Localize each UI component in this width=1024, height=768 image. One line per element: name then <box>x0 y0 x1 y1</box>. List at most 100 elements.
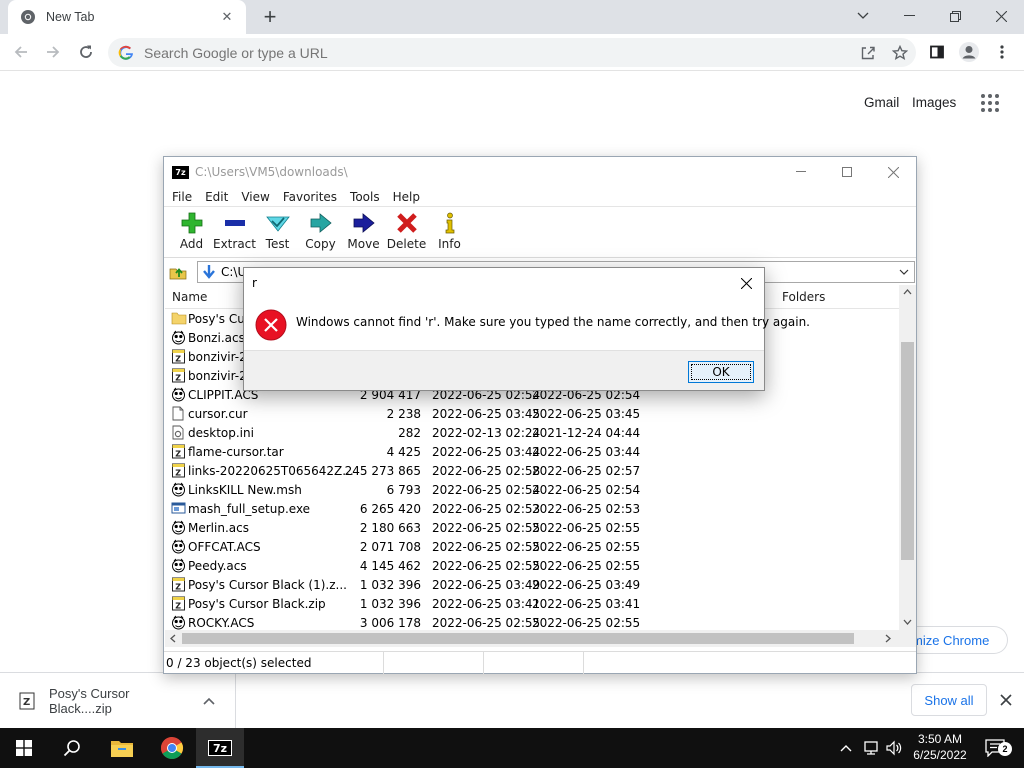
omnibox[interactable] <box>108 38 916 67</box>
extract-icon <box>224 220 245 226</box>
column-folders[interactable]: Folders <box>782 290 825 304</box>
copy-button[interactable]: Copy <box>299 208 342 258</box>
tab-title: New Tab <box>46 10 95 24</box>
restore-button[interactable] <box>932 0 978 32</box>
archive-icon: Z <box>171 463 187 478</box>
delete-button[interactable]: Delete <box>385 208 428 258</box>
new-tab-button[interactable]: + <box>258 4 282 29</box>
test-button[interactable]: Test <box>256 208 299 258</box>
info-button[interactable]: Info <box>428 208 471 258</box>
file-name: Posy's Cursor Black.zip <box>188 597 326 611</box>
notification-count: 2 <box>998 742 1012 756</box>
forward-button[interactable] <box>38 37 68 67</box>
taskbar-clock[interactable]: 3:50 AM 6/25/2022 <box>900 731 980 765</box>
file-modified: 2022-06-25 02:55 <box>432 559 541 573</box>
file-row[interactable]: Merlin.acs 2 180 663 2022-06-25 02:55 2022-… <box>165 518 899 537</box>
file-row[interactable]: Z Posy's Cursor Black (1).z... 1 032 396 20… <box>165 575 899 594</box>
dialog-close-button[interactable] <box>728 268 764 298</box>
file-row[interactable]: Z Posy's Cursor Black.zip 1 032 396 2022-06… <box>165 594 899 613</box>
file-row[interactable]: Zlinks-20220625T065642Z... 245 273 865 202… <box>165 461 899 480</box>
tab-close-icon[interactable]: ✕ <box>218 8 236 26</box>
minimize-button[interactable] <box>886 0 932 32</box>
file-row[interactable]: cursor.cur 2 238 2022-06-25 03:45 2022-06-2… <box>165 404 899 423</box>
agent-icon <box>171 558 187 573</box>
profile-avatar-icon[interactable] <box>954 37 984 67</box>
menu-favorites[interactable]: Favorites <box>283 190 337 204</box>
column-name[interactable]: Name <box>172 290 207 304</box>
menu-edit[interactable]: Edit <box>205 190 228 204</box>
menu-tools[interactable]: Tools <box>350 190 380 204</box>
svg-text:Z: Z <box>23 697 30 708</box>
file-size: 2 071 708 <box>359 540 421 554</box>
horizontal-scrollbar[interactable] <box>165 630 899 647</box>
horizontal-scroll-thumb[interactable] <box>182 633 854 644</box>
file-name: flame-cursor.tar <box>188 445 284 459</box>
move-icon <box>353 213 375 233</box>
menu-help[interactable]: Help <box>393 190 420 204</box>
reload-button[interactable] <box>71 37 101 67</box>
file-name: mash_full_setup.exe <box>188 502 311 516</box>
file-size: 245 273 865 <box>344 464 421 478</box>
tab-strip: New Tab ✕ + <box>0 0 1024 34</box>
agent-icon <box>171 615 187 630</box>
close-download-bar-icon[interactable] <box>997 691 1015 709</box>
move-button[interactable]: Move <box>342 208 385 258</box>
network-icon[interactable] <box>860 728 882 768</box>
search-button[interactable] <box>48 728 96 768</box>
chrome-taskbar-button[interactable] <box>148 728 196 768</box>
gmail-link[interactable]: Gmail <box>864 95 899 110</box>
show-hidden-icons-button[interactable] <box>836 728 856 768</box>
7zip-close-button[interactable] <box>870 157 916 187</box>
file-row[interactable]: Zflame-cursor.tar 4 425 2022-06-25 03:44 20… <box>165 442 899 461</box>
add-button[interactable]: Add <box>170 208 213 258</box>
menu-kebab-icon[interactable] <box>987 37 1017 67</box>
file-name: Peedy.acs <box>188 559 247 573</box>
file-size: 6 265 420 <box>359 502 421 516</box>
file-explorer-button[interactable] <box>98 728 146 768</box>
7zip-taskbar-button[interactable]: 7z <box>196 728 244 768</box>
file-size: 282 <box>398 426 421 440</box>
menu-file[interactable]: File <box>172 190 192 204</box>
omnibox-input[interactable] <box>144 44 852 61</box>
file-row[interactable]: Peedy.acs 4 145 462 2022-06-25 02:55 2022-0… <box>165 556 899 575</box>
file-row[interactable]: desktop.ini 282 2022-02-13 02:24 2021-12-24… <box>165 423 899 442</box>
7zip-maximize-button[interactable] <box>824 157 870 187</box>
menu-view[interactable]: View <box>241 190 269 204</box>
tab-search-icon[interactable] <box>840 0 886 32</box>
windows-logo-icon <box>16 740 32 756</box>
file-row[interactable]: OFFCAT.ACS 2 071 708 2022-06-25 02:55 2022-… <box>165 537 899 556</box>
file-modified: 2022-06-25 03:44 <box>432 445 541 459</box>
notification-center-button[interactable]: 2 <box>980 728 1012 768</box>
status-cell-2 <box>384 652 484 674</box>
file-name: Bonzi.acs <box>188 331 245 345</box>
back-button[interactable] <box>6 37 36 67</box>
7zip-minimize-button[interactable] <box>778 157 824 187</box>
download-filename: Posy's Cursor Black....zip <box>49 685 130 716</box>
start-button[interactable] <box>0 728 48 768</box>
close-window-button[interactable] <box>978 0 1024 32</box>
error-dialog: r Windows cannot find 'r'. Make sure you… <box>243 267 810 391</box>
tab-new-tab[interactable]: New Tab ✕ <box>8 0 246 34</box>
side-panel-icon[interactable] <box>922 37 952 67</box>
vertical-scrollbar[interactable] <box>899 285 916 630</box>
chevron-down-icon[interactable] <box>897 265 911 279</box>
show-all-button[interactable]: Show all <box>911 684 987 716</box>
google-apps-icon[interactable] <box>981 94 999 112</box>
file-modified: 2022-06-25 02:54 <box>432 483 541 497</box>
share-icon[interactable] <box>852 38 884 67</box>
ok-button[interactable]: OK <box>688 361 754 383</box>
file-row[interactable]: LinksKILL New.msh 6 793 2022-06-25 02:54 20… <box>165 480 899 499</box>
copy-label: Copy <box>305 237 336 251</box>
extract-button[interactable]: Extract <box>213 208 256 258</box>
vertical-scroll-thumb[interactable] <box>901 342 914 560</box>
chevron-up-icon[interactable] <box>203 697 215 705</box>
archive-icon: Z <box>171 577 187 592</box>
file-row[interactable]: mash_full_setup.exe 6 265 420 2022-06-25 0… <box>165 499 899 518</box>
file-row[interactable]: ROCKY.ACS 3 006 178 2022-06-25 02:55 2022-0… <box>165 613 899 630</box>
download-item[interactable]: Z Posy's Cursor Black....zip <box>0 673 236 728</box>
bookmark-star-icon[interactable] <box>884 38 916 67</box>
images-link[interactable]: Images <box>912 95 956 110</box>
file-modified: 2022-06-25 03:45 <box>432 407 541 421</box>
chrome-icon <box>20 9 36 25</box>
folder-up-button[interactable] <box>164 260 192 284</box>
